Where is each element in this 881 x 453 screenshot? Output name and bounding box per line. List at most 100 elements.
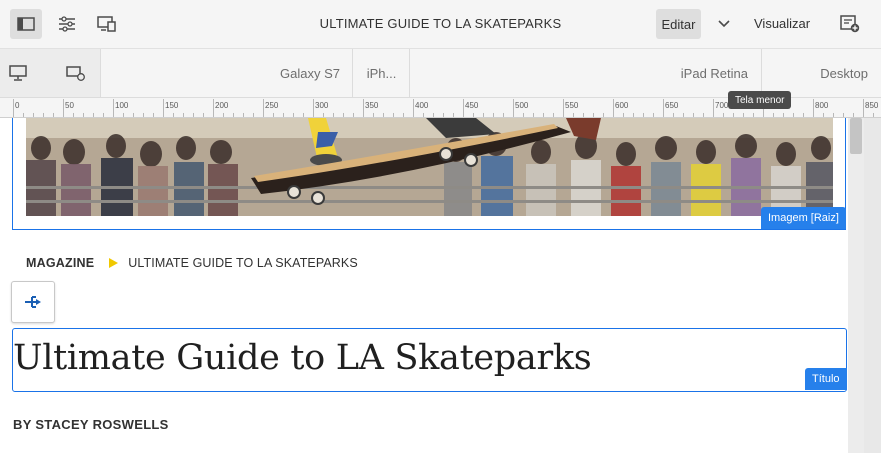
ruler-tick — [423, 113, 424, 117]
ruler-tick — [383, 113, 384, 117]
ruler-label: 250 — [265, 101, 279, 110]
component-insert-button[interactable] — [11, 281, 55, 323]
ruler-tick — [73, 113, 74, 117]
editor-toolbar: ULTIMATE GUIDE TO LA SKATEPARKS Editar V… — [0, 0, 881, 49]
desktop-device-button[interactable] — [2, 58, 34, 88]
ruler-tick — [513, 99, 514, 117]
ruler-tick — [593, 113, 594, 117]
ruler-label: 600 — [615, 101, 629, 110]
ruler-tick — [683, 113, 684, 117]
vertical-scrollbar[interactable] — [848, 118, 864, 453]
ruler-tick — [393, 113, 394, 117]
device-galaxy-s7[interactable]: Galaxy S7 — [100, 49, 353, 97]
ruler-label: 300 — [315, 101, 329, 110]
ruler-tick — [703, 113, 704, 117]
scrollbar-thumb[interactable] — [850, 118, 862, 154]
ruler-tick — [723, 113, 724, 117]
ruler-tick — [653, 113, 654, 117]
ruler-tick — [163, 99, 164, 117]
ruler-label: 200 — [215, 101, 229, 110]
mode-dropdown-button[interactable] — [713, 14, 735, 34]
device-iphone[interactable]: iPh... — [354, 49, 410, 97]
ruler-tick — [103, 113, 104, 117]
ruler-tick — [433, 113, 434, 117]
ruler-tick — [223, 113, 224, 117]
image-component-overlay[interactable] — [12, 118, 846, 230]
ruler-tick — [253, 113, 254, 117]
ruler-tick — [403, 113, 404, 117]
ruler-tick — [363, 99, 364, 117]
image-component-badge[interactable]: Imagem [Raiz] — [761, 207, 846, 229]
ruler-tick — [663, 99, 664, 117]
page-heading: Ultimate Guide to LA Skateparks — [13, 338, 592, 378]
ruler-tick — [193, 113, 194, 117]
ruler-label: 50 — [65, 101, 74, 110]
ruler-tick — [93, 113, 94, 117]
ruler-tick — [523, 113, 524, 117]
ruler-tick — [273, 113, 274, 117]
ruler-tick — [603, 113, 604, 117]
ruler-tick — [313, 99, 314, 117]
ruler-tick — [183, 113, 184, 117]
ruler-tick — [823, 113, 824, 117]
ruler-tick — [793, 113, 794, 117]
ruler-tick — [783, 113, 784, 117]
ruler-tick — [203, 113, 204, 117]
ruler-tick — [633, 113, 634, 117]
chevron-down-icon — [718, 20, 730, 28]
ruler-tick — [773, 113, 774, 117]
edit-mode-button[interactable]: Editar — [656, 9, 701, 39]
ruler-tick — [543, 113, 544, 117]
ruler-tick — [613, 99, 614, 117]
device-desktop[interactable]: Desktop — [763, 49, 881, 97]
component-branch-icon — [25, 296, 41, 308]
ruler-label: 400 — [415, 101, 429, 110]
ruler-tick — [323, 113, 324, 117]
ruler-tick — [713, 99, 714, 117]
rotate-device-button[interactable] — [60, 58, 92, 88]
preview-button[interactable]: Visualizar — [754, 16, 810, 31]
ruler-tick — [693, 113, 694, 117]
ruler-tick — [833, 113, 834, 117]
ruler-tick — [583, 113, 584, 117]
ruler-tick — [343, 113, 344, 117]
ruler-label: 500 — [515, 101, 529, 110]
ruler-tick — [483, 113, 484, 117]
ruler-tick — [63, 99, 64, 117]
ruler-tick — [643, 113, 644, 117]
ruler-label: 800 — [815, 101, 829, 110]
ruler-tick — [803, 113, 804, 117]
device-ipad-retina[interactable]: iPad Retina — [410, 49, 762, 97]
ruler-tick — [373, 113, 374, 117]
ruler-tick — [353, 113, 354, 117]
ruler-tick — [333, 113, 334, 117]
page-info-button[interactable] — [834, 9, 866, 39]
breadcrumb-arrow-icon — [109, 258, 119, 268]
ruler-tick — [123, 113, 124, 117]
title-component-badge[interactable]: Título — [805, 368, 847, 390]
ruler-label: 150 — [165, 101, 179, 110]
ruler-label: 0 — [15, 101, 20, 110]
ruler-tick — [143, 113, 144, 117]
ruler-tick — [173, 113, 174, 117]
ruler-tick — [813, 99, 814, 117]
ruler-label: 100 — [115, 101, 129, 110]
ruler-tick — [843, 113, 844, 117]
breadcrumb-home-link[interactable]: MAGAZINE — [26, 256, 94, 270]
ruler-tick — [443, 113, 444, 117]
breadcrumb: MAGAZINE ULTIMATE GUIDE TO LA SKATEPARKS — [26, 256, 358, 270]
ruler-tick — [133, 113, 134, 117]
ruler-tick — [283, 113, 284, 117]
ruler-tick — [863, 99, 864, 117]
page-title: ULTIMATE GUIDE TO LA SKATEPARKS — [319, 16, 562, 31]
monitor-icon — [9, 65, 27, 81]
ruler-tick — [413, 99, 414, 117]
page-info-icon — [840, 15, 860, 33]
ruler-tick — [53, 113, 54, 117]
ruler-tick — [873, 113, 874, 117]
ruler-label: 650 — [665, 101, 679, 110]
ruler-tick — [453, 113, 454, 117]
ruler-label: 350 — [365, 101, 379, 110]
ruler-label: 550 — [565, 101, 579, 110]
ruler-label: 700 — [715, 101, 729, 110]
